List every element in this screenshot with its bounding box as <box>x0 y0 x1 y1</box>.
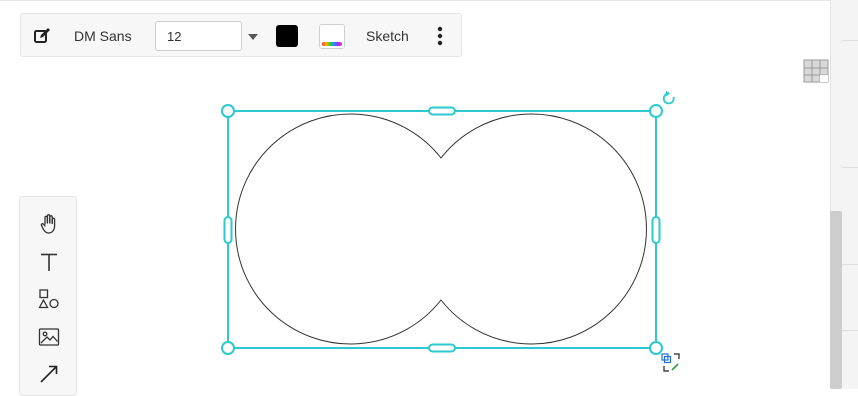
rainbow-fill-icon <box>322 42 342 46</box>
resize-handle-right[interactable] <box>651 216 661 244</box>
resize-handle-bottom[interactable] <box>428 343 456 353</box>
font-size-input[interactable]: 12 <box>155 21 242 51</box>
resize-handle-bottom-left[interactable] <box>221 341 235 355</box>
image-icon[interactable] <box>37 325 61 349</box>
stroke-color-swatch[interactable] <box>276 25 298 47</box>
fill-color-button[interactable] <box>319 24 345 49</box>
text-toolbar: DM Sans 12 Sketch <box>20 13 462 57</box>
resize-handle-left[interactable] <box>223 216 233 244</box>
resize-handle-bottom-right[interactable] <box>649 341 663 355</box>
vertical-scrollbar-thumb[interactable] <box>830 211 842 389</box>
top-divider <box>0 0 830 1</box>
shapes-icon[interactable] <box>37 287 61 311</box>
hand-icon[interactable] <box>37 212 61 236</box>
side-divider <box>842 40 858 41</box>
arrow-icon[interactable] <box>37 362 61 386</box>
kebab-menu-icon[interactable] <box>433 14 447 58</box>
font-size-dropdown-icon[interactable] <box>248 34 258 40</box>
resize-handle-top-left[interactable] <box>221 104 235 118</box>
mode-label[interactable]: Sketch <box>366 14 409 58</box>
edit-icon[interactable] <box>33 14 51 58</box>
text-icon[interactable] <box>37 250 61 274</box>
tool-panel <box>19 196 77 396</box>
drawing-canvas[interactable] <box>0 0 830 389</box>
resize-handle-top[interactable] <box>428 106 456 116</box>
side-divider <box>842 330 858 331</box>
resize-handle-top-right[interactable] <box>649 104 663 118</box>
layers-panel-icon[interactable] <box>803 59 829 83</box>
side-divider <box>842 264 858 265</box>
font-family-select[interactable]: DM Sans <box>74 14 132 58</box>
side-divider <box>842 167 858 168</box>
